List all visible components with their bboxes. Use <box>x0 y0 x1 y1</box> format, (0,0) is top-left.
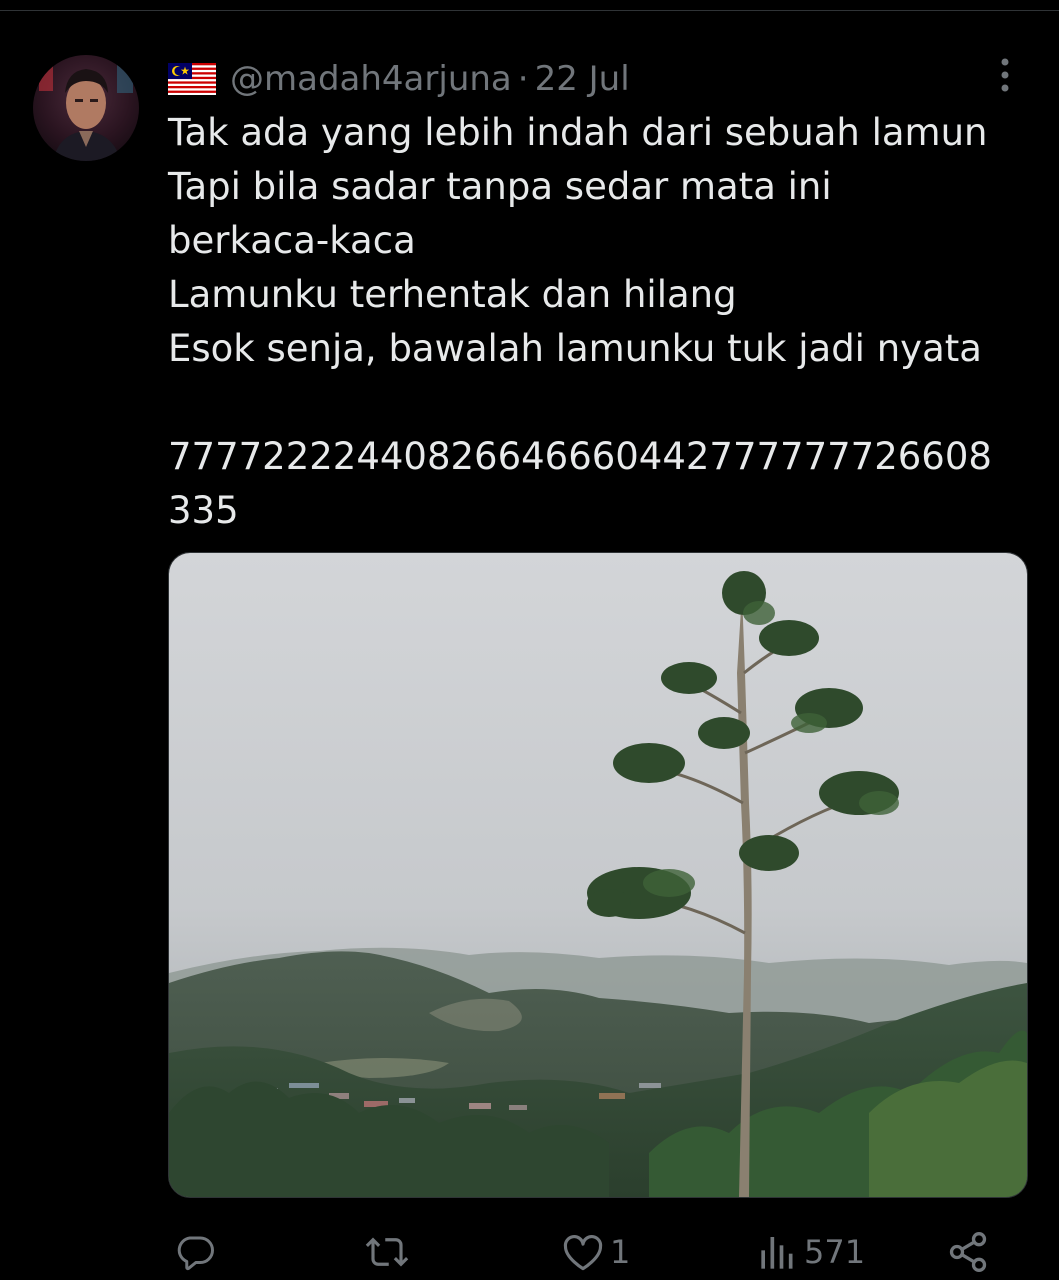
tweet-line: Tak ada yang lebih indah dari sebuah lam… <box>168 111 988 154</box>
views-bar-chart-icon <box>761 1237 793 1269</box>
like-button[interactable]: 1 <box>562 1228 630 1276</box>
reply-icon <box>177 1236 214 1271</box>
views-button[interactable]: 571 <box>758 1228 865 1276</box>
tweet-number-line: 335 <box>168 489 239 532</box>
malaysia-flag-icon <box>168 63 216 95</box>
tweet-date[interactable]: 22 Jul <box>535 59 630 99</box>
avatar[interactable] <box>33 55 139 161</box>
tweet-header: @madah4arjuna · 22 Jul <box>168 57 630 101</box>
retweet-button[interactable] <box>364 1228 410 1276</box>
heart-icon <box>563 1235 603 1271</box>
tweet-line: Tapi bila sadar tanpa sedar mata ini <box>168 165 832 208</box>
tweet-body: Tak ada yang lebih indah dari sebuah lam… <box>168 106 1038 538</box>
separator-dot: · <box>517 59 529 99</box>
user-handle[interactable]: @madah4arjuna <box>230 59 512 99</box>
tweet-line: Esok senja, bawalah lamunku tuk jadi nya… <box>168 327 982 370</box>
more-options-button[interactable] <box>988 56 1022 94</box>
retweet-icon <box>365 1237 409 1267</box>
like-count: 1 <box>610 1233 631 1271</box>
share-icon <box>949 1232 987 1272</box>
tweet-line: berkaca-kaca <box>168 219 416 262</box>
tweet-number-line: 77772222440826646660442777777726608 <box>168 435 992 478</box>
top-divider <box>0 10 1059 11</box>
tweet-line: Lamunku terhentak dan hilang <box>168 273 737 316</box>
tweet-actions-bar: 1 571 <box>0 1228 1059 1276</box>
reply-button[interactable] <box>174 1228 216 1276</box>
share-button[interactable] <box>946 1228 990 1276</box>
views-count: 571 <box>804 1233 866 1271</box>
tweet-photo[interactable] <box>168 552 1028 1198</box>
more-vertical-icon <box>1001 58 1009 92</box>
